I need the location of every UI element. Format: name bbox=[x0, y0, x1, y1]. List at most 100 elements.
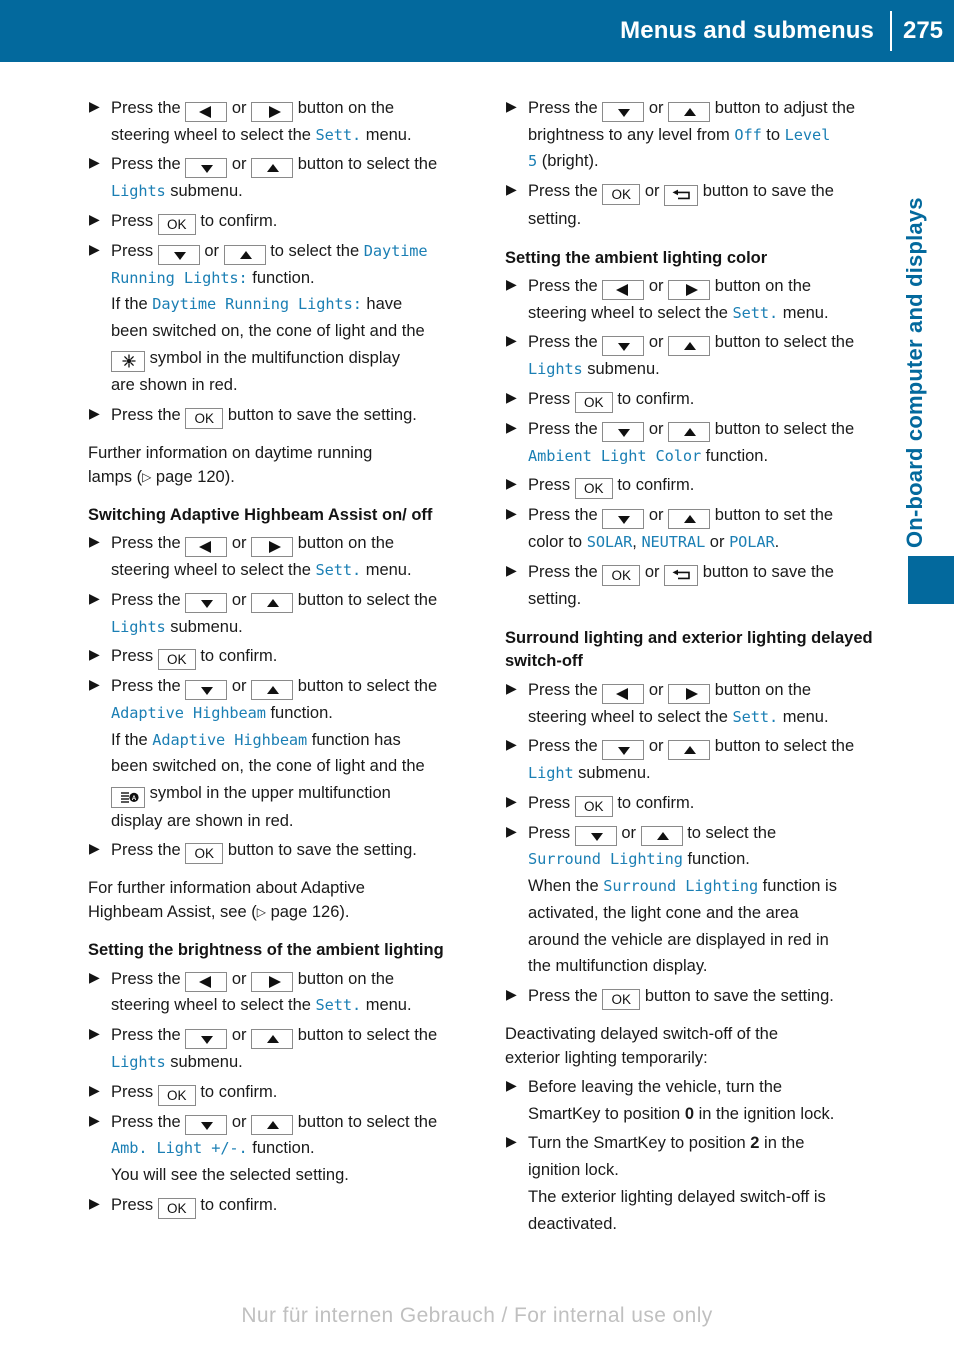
step-text: or bbox=[227, 969, 252, 988]
ok-button-icon[interactable]: OK bbox=[574, 795, 613, 817]
step-text: button on the bbox=[293, 534, 395, 553]
ok-button-icon[interactable]: OK bbox=[574, 478, 613, 500]
ok-button-icon[interactable]: OK bbox=[157, 213, 196, 235]
up-triangle-icon[interactable] bbox=[251, 1115, 294, 1136]
right-triangle-icon[interactable] bbox=[668, 279, 711, 300]
down-triangle-icon[interactable] bbox=[185, 593, 228, 614]
down-triangle-icon[interactable] bbox=[185, 1115, 228, 1136]
menu-value: SOLAR bbox=[586, 532, 633, 551]
right-triangle-icon[interactable] bbox=[251, 101, 294, 122]
ok-button-icon[interactable]: OK bbox=[185, 408, 224, 430]
step-text: or bbox=[199, 241, 224, 260]
step-text: or bbox=[616, 823, 641, 842]
step-subline: steering wheel to select the Sett. menu. bbox=[111, 557, 488, 584]
page-reference-triangle-icon: ▷ bbox=[142, 470, 152, 485]
step-subline: You will see the selected setting. bbox=[111, 1166, 349, 1185]
left-triangle-icon[interactable] bbox=[185, 537, 228, 558]
back-arrow-icon[interactable] bbox=[664, 184, 699, 206]
down-triangle-icon[interactable] bbox=[602, 336, 645, 357]
up-triangle-icon[interactable] bbox=[668, 508, 711, 529]
step-text: submenu. bbox=[582, 360, 660, 379]
step-item: ▶ Press the or button on the steering wh… bbox=[88, 95, 488, 148]
step-text: submenu. bbox=[573, 764, 651, 783]
menu-label: Running Lights: bbox=[111, 268, 248, 287]
step-text: . bbox=[774, 532, 780, 551]
step-text: Press the bbox=[528, 737, 603, 756]
ok-button-icon[interactable]: OK bbox=[157, 649, 196, 671]
step-text: or bbox=[640, 182, 665, 201]
ok-button-icon[interactable]: OK bbox=[602, 184, 641, 206]
step-text: in the bbox=[759, 1134, 805, 1153]
step-subline: ignition lock. bbox=[528, 1161, 619, 1180]
ok-button-icon[interactable]: OK bbox=[602, 989, 641, 1011]
up-triangle-icon[interactable] bbox=[668, 101, 711, 122]
down-triangle-icon[interactable] bbox=[185, 158, 228, 179]
chapter-tab-label: On-board computer and displays bbox=[902, 197, 927, 548]
ok-button-icon[interactable]: OK bbox=[157, 1084, 196, 1106]
step-bullet-icon: ▶ bbox=[89, 840, 100, 857]
step-subline: steering wheel to select the Sett. menu. bbox=[528, 300, 905, 327]
step-text: button to set the bbox=[710, 506, 834, 525]
back-arrow-icon[interactable] bbox=[664, 565, 699, 587]
up-triangle-icon[interactable] bbox=[223, 244, 266, 265]
step-subline: A symbol in the upper multifunction bbox=[111, 780, 488, 808]
step-text: to confirm. bbox=[195, 1195, 278, 1214]
up-triangle-icon[interactable] bbox=[251, 1028, 294, 1049]
ok-button-icon[interactable]: OK bbox=[157, 1197, 196, 1219]
down-triangle-icon[interactable] bbox=[602, 101, 645, 122]
down-triangle-icon[interactable] bbox=[602, 508, 645, 529]
ok-button-icon[interactable]: OK bbox=[574, 391, 613, 413]
down-triangle-icon[interactable] bbox=[157, 244, 200, 265]
paragraph-line: Deactivating delayed switch-off of the bbox=[505, 1025, 779, 1044]
left-triangle-icon[interactable] bbox=[185, 972, 228, 993]
menu-label: Sett. bbox=[315, 561, 362, 580]
up-triangle-icon[interactable] bbox=[251, 158, 294, 179]
up-triangle-icon[interactable] bbox=[251, 679, 294, 700]
step-item: ▶ Before leaving the vehicle, turn the S… bbox=[505, 1074, 905, 1127]
step-bullet-icon: ▶ bbox=[506, 792, 517, 809]
step-text: or bbox=[644, 276, 669, 295]
step-text: button to select the bbox=[293, 1112, 438, 1131]
step-subline: Lights submenu. bbox=[111, 178, 488, 205]
step-text: function. bbox=[247, 1139, 315, 1158]
step-text: to confirm. bbox=[612, 793, 695, 812]
down-triangle-icon[interactable] bbox=[602, 739, 645, 760]
step-text: Press bbox=[111, 1195, 158, 1214]
up-triangle-icon[interactable] bbox=[251, 593, 294, 614]
step-text: Press the bbox=[111, 406, 186, 425]
step-text: or bbox=[227, 99, 252, 117]
step-subline: activated, the light cone and the area bbox=[528, 903, 799, 922]
up-triangle-icon[interactable] bbox=[640, 826, 683, 847]
step-text: menu. bbox=[778, 707, 829, 726]
paragraph-line: exterior lighting temporarily: bbox=[505, 1049, 708, 1067]
svg-text:A: A bbox=[132, 795, 137, 802]
menu-label: Surround Lighting bbox=[528, 850, 683, 869]
step-text: to confirm. bbox=[195, 1082, 278, 1101]
step-text: menu. bbox=[361, 125, 412, 144]
ok-button-icon[interactable]: OK bbox=[602, 564, 641, 586]
right-triangle-icon[interactable] bbox=[668, 683, 711, 704]
step-item: ▶ Press the or button to select the Ligh… bbox=[88, 1022, 488, 1075]
left-triangle-icon[interactable] bbox=[602, 683, 645, 704]
left-triangle-icon[interactable] bbox=[185, 101, 228, 122]
step-item: ▶ Press OK to confirm. bbox=[88, 1192, 488, 1219]
up-triangle-icon[interactable] bbox=[668, 336, 711, 357]
menu-label: Lights bbox=[111, 617, 166, 636]
down-triangle-icon[interactable] bbox=[602, 422, 645, 443]
up-triangle-icon[interactable] bbox=[668, 422, 711, 443]
down-triangle-icon[interactable] bbox=[185, 1028, 228, 1049]
right-triangle-icon[interactable] bbox=[251, 537, 294, 558]
step-subline: are shown in red. bbox=[111, 376, 238, 395]
sun-starburst-icon bbox=[111, 351, 145, 373]
down-triangle-icon[interactable] bbox=[574, 826, 617, 847]
step-text: Press the bbox=[111, 841, 186, 860]
step-text: to confirm. bbox=[612, 476, 695, 495]
up-triangle-icon[interactable] bbox=[668, 739, 711, 760]
left-triangle-icon[interactable] bbox=[602, 279, 645, 300]
right-triangle-icon[interactable] bbox=[251, 972, 294, 993]
page-reference: Highbeam Assist, see (▷ page 126). bbox=[88, 903, 349, 921]
down-triangle-icon[interactable] bbox=[185, 679, 228, 700]
step-text: Press the bbox=[111, 1112, 186, 1131]
step-text: Press the bbox=[111, 99, 186, 117]
ok-button-icon[interactable]: OK bbox=[185, 843, 224, 865]
